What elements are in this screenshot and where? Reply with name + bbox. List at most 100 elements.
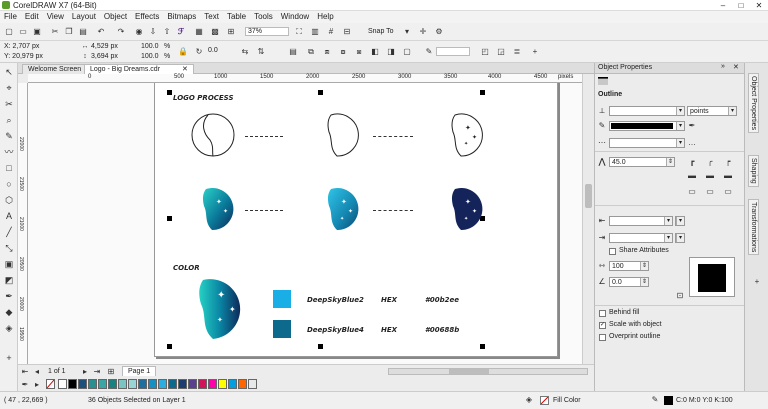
behind-fill-checkbox[interactable] xyxy=(599,310,606,317)
copy-icon[interactable]: ❐ xyxy=(64,27,74,37)
palette-swatch[interactable] xyxy=(88,379,97,389)
start-arrow-options[interactable]: ▾ xyxy=(675,216,685,226)
docker-close-icon[interactable]: ✕ xyxy=(733,63,739,71)
scroll-thumb[interactable] xyxy=(585,184,592,208)
trim-icon[interactable]: ⧈ xyxy=(322,47,332,57)
menu-layout[interactable]: Layout xyxy=(68,11,100,22)
drop-shadow-icon[interactable]: ▣ xyxy=(4,259,14,269)
outline-color-dropdown[interactable]: ▾ xyxy=(609,121,685,131)
cap-extended-icon[interactable]: ▬ xyxy=(723,171,733,181)
outline-width-dropdown[interactable] xyxy=(436,47,470,56)
y-position-field[interactable]: Y: 20,979 px xyxy=(4,53,43,60)
palette-swatch[interactable] xyxy=(228,379,237,389)
freehand-tool-icon[interactable]: ✎ xyxy=(4,131,14,141)
ellipse-tool-icon[interactable]: ○ xyxy=(4,179,14,189)
palette-swatch[interactable] xyxy=(208,379,217,389)
menu-window[interactable]: Window xyxy=(277,11,313,22)
connector-tool-icon[interactable]: ⤡ xyxy=(4,243,14,253)
alignment-guides-icon[interactable]: ✛ xyxy=(418,27,428,37)
plus-icon[interactable]: + xyxy=(4,353,14,363)
menu-text[interactable]: Text xyxy=(200,11,223,22)
corner-bevel-icon[interactable]: ┍ xyxy=(723,157,733,167)
nib-shape-preview[interactable] xyxy=(689,257,735,297)
mirror-horizontal-icon[interactable]: ⇆ xyxy=(240,47,250,57)
palette-swatch[interactable] xyxy=(248,379,257,389)
menu-object[interactable]: Object xyxy=(100,11,131,22)
corner-miter-icon[interactable]: ┏ xyxy=(687,157,697,167)
scale-width-field[interactable]: 100.0 xyxy=(141,43,159,50)
menu-tools[interactable]: Tools xyxy=(250,11,277,22)
eyedropper-icon[interactable]: ✒ xyxy=(4,291,14,301)
back-minus-front-icon[interactable]: ◨ xyxy=(386,47,396,57)
zoom-tool-icon[interactable]: ⌕ xyxy=(4,115,14,125)
drawing-canvas[interactable]: LOGO PROCESS COLOR ✦ ✦ ✦ ✦ ✦ ✦ ✦ ✦ ✦ ✦ ✦… xyxy=(28,83,582,364)
scroll-thumb[interactable] xyxy=(449,369,489,374)
menu-edit[interactable]: Edit xyxy=(21,11,43,22)
docker-expand-icon[interactable]: » xyxy=(721,63,725,70)
palette-swatch[interactable] xyxy=(178,379,187,389)
no-color-swatch[interactable] xyxy=(46,379,55,389)
show-grid-icon[interactable]: # xyxy=(326,27,336,37)
app-launcher-icon[interactable]: ▦ xyxy=(194,27,204,37)
palette-swatch[interactable] xyxy=(198,379,207,389)
palette-swatch[interactable] xyxy=(148,379,157,389)
page-prev-icon[interactable]: ◂ xyxy=(32,367,42,377)
palette-swatch[interactable] xyxy=(138,379,147,389)
width-field[interactable]: 4,529 px xyxy=(91,43,118,50)
position-center-icon[interactable]: ▭ xyxy=(705,187,715,197)
import-icon[interactable]: ⇩ xyxy=(148,27,158,37)
eyedropper-icon[interactable]: ✒ xyxy=(20,380,30,390)
units-dropdown[interactable]: points ▾ xyxy=(687,106,737,116)
logo-sketch-circle[interactable] xyxy=(190,112,236,158)
corel-connect-icon[interactable]: ▩ xyxy=(210,27,220,37)
swatch1-hex-value[interactable]: #00b2ee xyxy=(425,296,459,304)
tab-logo-document[interactable]: Logo - Big Dreams.cdr ✕ xyxy=(84,64,194,74)
lock-ratio-icon[interactable]: 🔒 xyxy=(178,47,188,57)
pick-tool-icon[interactable]: ↖ xyxy=(4,67,14,77)
end-arrow-options[interactable]: ▾ xyxy=(675,233,685,243)
rotate-icon[interactable]: ↻ xyxy=(194,47,204,57)
outline-swatch[interactable] xyxy=(664,396,673,405)
interactive-fill-icon[interactable]: ◆ xyxy=(4,307,14,317)
transparency-tool-icon[interactable]: ◩ xyxy=(4,275,14,285)
cap-square-icon[interactable]: ▬ xyxy=(687,171,697,181)
redo-icon[interactable]: ↷ xyxy=(116,27,126,37)
wrap-text-icon[interactable]: ≣ xyxy=(512,47,522,57)
text-tool-icon[interactable]: A xyxy=(4,211,14,221)
zoom-level-field[interactable]: 37% xyxy=(245,27,289,36)
menu-view[interactable]: View xyxy=(43,11,68,22)
miter-limit-field[interactable]: 45.0 ⇕ xyxy=(609,157,675,167)
logo-gradient-v1[interactable]: ✦✦ xyxy=(190,186,236,232)
close-button[interactable]: ✕ xyxy=(750,0,768,11)
rectangle-tool-icon[interactable]: □ xyxy=(4,163,14,173)
polygon-tool-icon[interactable]: ⬡ xyxy=(4,195,14,205)
selection-handle[interactable] xyxy=(167,344,172,349)
tab-object-properties[interactable]: Object Properties xyxy=(748,73,759,134)
horizontal-ruler[interactable]: 0 500 1000 1500 2000 2500 3000 3500 4000… xyxy=(28,74,582,83)
palette-swatch[interactable] xyxy=(188,379,197,389)
swatch2-hex-value[interactable]: #00688b xyxy=(425,326,459,334)
scale-height-field[interactable]: 100.0 xyxy=(141,53,159,60)
to-back-icon[interactable]: ◲ xyxy=(496,47,506,57)
tab-welcome-screen[interactable]: Welcome Screen xyxy=(22,64,88,74)
palette-swatch[interactable] xyxy=(238,379,247,389)
more-options-icon[interactable]: … xyxy=(687,138,697,148)
export-icon[interactable]: ⇧ xyxy=(162,27,172,37)
undo-icon[interactable]: ↶ xyxy=(96,27,106,37)
intersect-icon[interactable]: ⧇ xyxy=(338,47,348,57)
horizontal-scrollbar[interactable] xyxy=(388,368,588,375)
parallel-dimension-icon[interactable]: ╱ xyxy=(4,227,14,237)
logo-process-heading[interactable]: LOGO PROCESS xyxy=(173,94,234,102)
palette-menu-icon[interactable]: ▸ xyxy=(32,380,42,390)
palette-swatch[interactable] xyxy=(128,379,137,389)
nib-angle-field[interactable]: 0.0 ⇕ xyxy=(609,277,649,287)
selection-handle[interactable] xyxy=(480,90,485,95)
plus-icon[interactable]: + xyxy=(530,47,540,57)
simplify-icon[interactable]: ⧆ xyxy=(354,47,364,57)
tab-transformations[interactable]: Transformations xyxy=(748,199,759,256)
artistic-media-icon[interactable]: 〰 xyxy=(4,147,14,157)
publish-pdf-icon[interactable]: ℱ xyxy=(176,27,186,37)
outline-width-dropdown[interactable]: ▾ xyxy=(609,106,685,116)
swatch1-hex-label[interactable]: HEX xyxy=(381,296,397,304)
color-heading[interactable]: COLOR xyxy=(173,264,200,272)
